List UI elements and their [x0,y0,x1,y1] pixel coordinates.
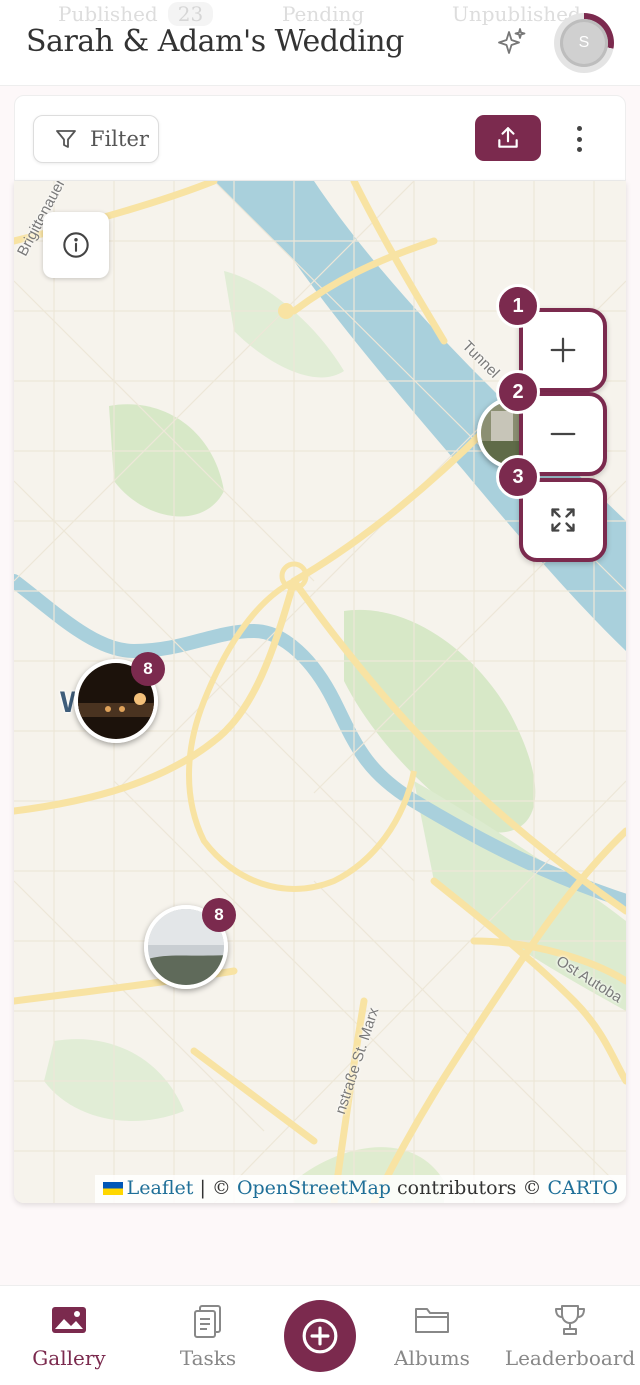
osm-link[interactable]: OpenStreetMap [237,1177,391,1199]
avatar-button[interactable]: S [554,13,614,73]
tab-published[interactable]: Published 23 [58,2,214,26]
fullscreen-badge: 3 [496,455,540,499]
nav-leaderboard-label: Leaderboard [504,1346,636,1370]
filter-label: Filter [90,127,149,151]
nav-albums-label: Albums [394,1346,470,1370]
photo-map[interactable]: Brigittenauer L Tunnel Ost Autoba nstraß… [14,181,626,1203]
expand-icon [551,508,575,532]
nav-albums[interactable]: Albums [372,1300,492,1370]
tab-published-count: 23 [167,2,214,26]
filter-icon [56,130,76,148]
bottom-nav: Gallery Tasks Albums Leaderboard [0,1285,640,1385]
ukraine-flag-icon [102,1182,123,1195]
more-vertical-icon[interactable] [569,122,589,156]
gallery-toolbar: Filter [14,95,626,181]
minus-icon [550,432,576,436]
nav-gallery[interactable]: Gallery [9,1300,129,1370]
folder-icon [415,1308,449,1333]
nav-tasks[interactable]: Tasks [148,1300,268,1370]
tab-pending-label: Pending [282,2,365,26]
nav-leaderboard[interactable]: Leaderboard [500,1300,640,1370]
tab-pending[interactable]: Pending [282,2,364,26]
filter-button[interactable]: Filter [33,115,159,163]
page-title: Sarah & Adam's Wedding [26,24,404,59]
info-icon [63,232,89,258]
sparkles-icon[interactable] [496,26,528,58]
plus-circle-icon [302,1318,338,1354]
upload-button[interactable] [475,115,541,161]
zoom-in-badge: 1 [496,284,540,328]
add-photo-button[interactable] [284,1300,356,1372]
cluster-1-count: 8 [131,652,165,686]
upload-icon [498,127,518,148]
trophy-icon [555,1305,585,1335]
avatar: S [560,19,608,67]
attribution-contrib: contributors © [390,1177,548,1199]
attribution-sep: | © [193,1177,237,1199]
clipboard-icon [194,1305,221,1338]
cluster-2-count: 8 [202,898,236,932]
plus-icon [550,337,576,363]
nav-tasks-label: Tasks [179,1346,237,1370]
tab-published-label: Published [58,2,158,26]
map-attribution: Leaflet | © OpenStreetMap contributors ©… [94,1175,626,1203]
leaflet-link[interactable]: Leaflet [127,1177,194,1199]
nav-gallery-label: Gallery [32,1346,106,1370]
app: Published 23 Pending Unpublished Sarah & … [0,0,640,1385]
carto-link[interactable]: CARTO [548,1177,618,1199]
info-button[interactable] [43,212,109,278]
zoom-out-badge: 2 [496,370,540,414]
image-icon [52,1307,86,1333]
header: Published 23 Pending Unpublished Sarah & … [0,0,640,86]
